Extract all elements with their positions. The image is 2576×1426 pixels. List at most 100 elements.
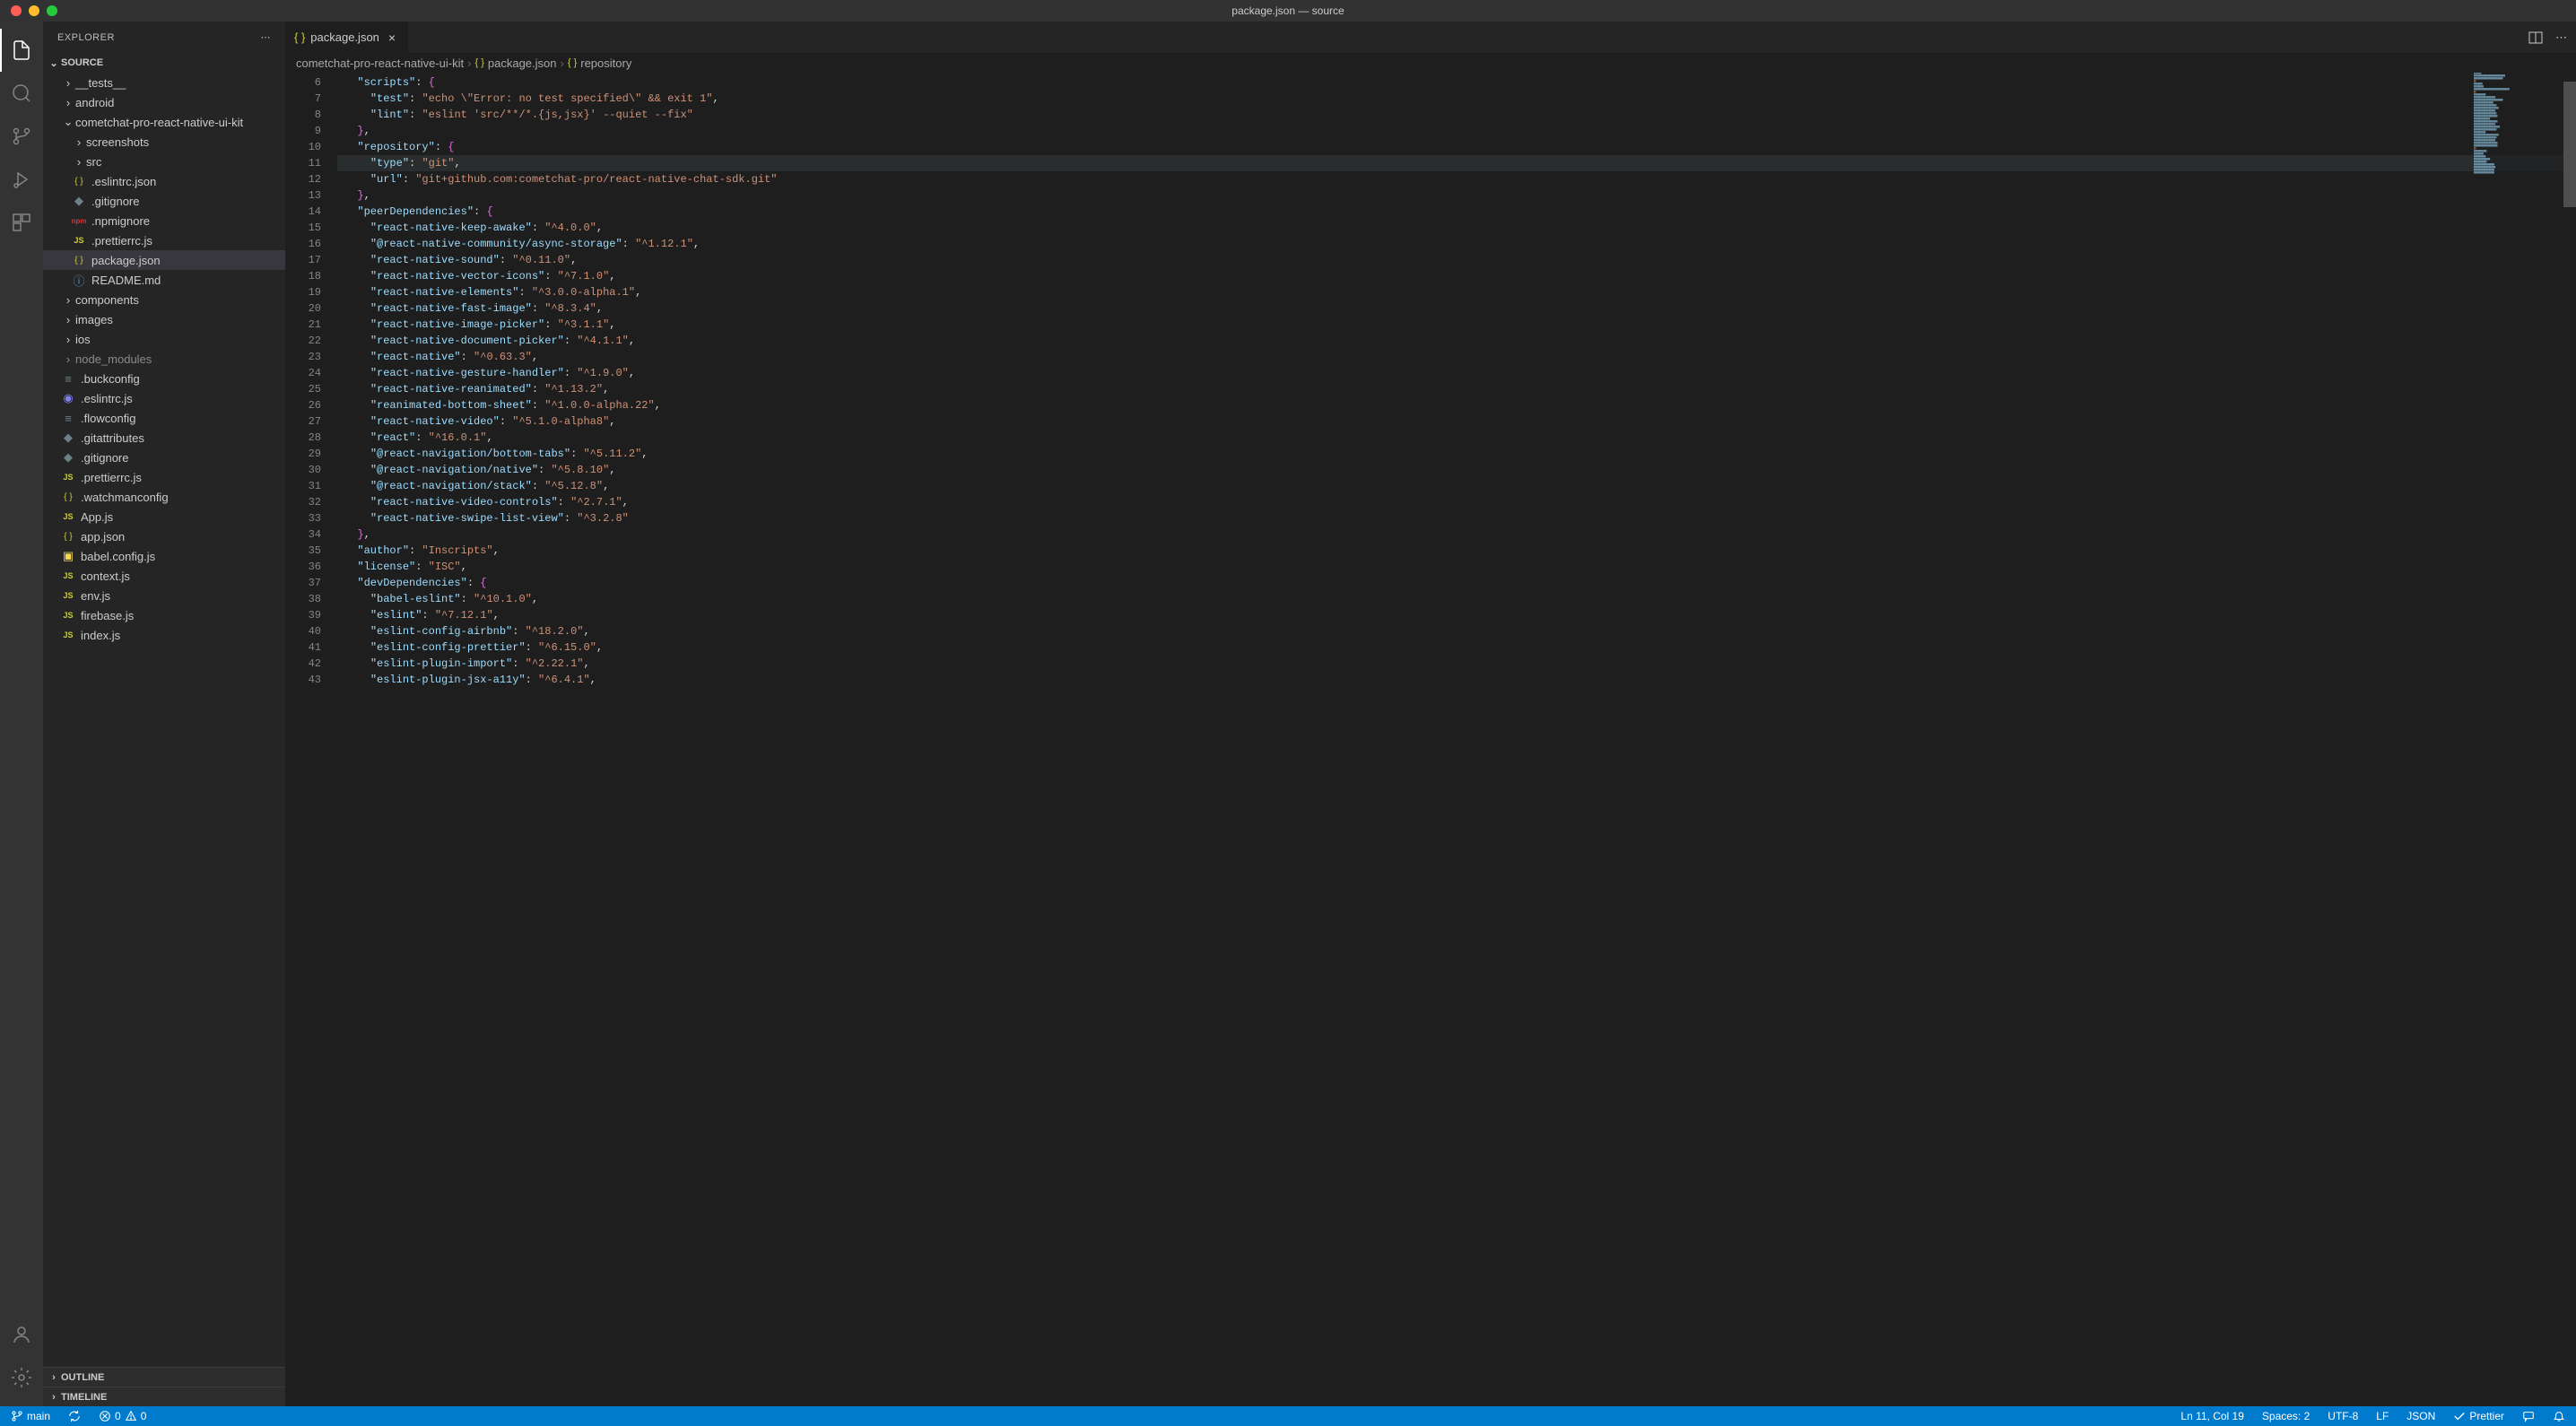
folder-item[interactable]: ›screenshots bbox=[43, 132, 285, 152]
scrollbar-thumb[interactable] bbox=[2563, 82, 2576, 207]
code-editor[interactable]: 6789101112131415161718192021222324252627… bbox=[285, 73, 2576, 1406]
code-line[interactable]: "@react-navigation/stack": "^5.12.8", bbox=[337, 478, 2576, 494]
code-line[interactable]: "license": "ISC", bbox=[337, 559, 2576, 575]
status-cursor[interactable]: Ln 11, Col 19 bbox=[2177, 1410, 2248, 1422]
breadcrumb-item[interactable]: repository bbox=[580, 57, 631, 70]
status-bell[interactable] bbox=[2549, 1410, 2569, 1422]
folder-item[interactable]: ›src bbox=[43, 152, 285, 171]
code-line[interactable]: "@react-native-community/async-storage":… bbox=[337, 236, 2576, 252]
code-line[interactable]: "react-native-video-controls": "^2.7.1", bbox=[337, 494, 2576, 510]
code-line[interactable]: "react-native-vector-icons": "^7.1.0", bbox=[337, 268, 2576, 284]
status-indent[interactable]: Spaces: 2 bbox=[2258, 1410, 2313, 1422]
file-item[interactable]: { }.watchmanconfig bbox=[43, 487, 285, 507]
file-item[interactable]: ◆.gitignore bbox=[43, 448, 285, 467]
file-item[interactable]: { }app.json bbox=[43, 526, 285, 546]
file-item[interactable]: JScontext.js bbox=[43, 566, 285, 586]
file-item[interactable]: ◉.eslintrc.js bbox=[43, 388, 285, 408]
code-line[interactable]: "eslint": "^7.12.1", bbox=[337, 607, 2576, 623]
status-language[interactable]: JSON bbox=[2403, 1410, 2439, 1422]
code-line[interactable]: "@react-navigation/bottom-tabs": "^5.11.… bbox=[337, 446, 2576, 462]
code-line[interactable]: "reanimated-bottom-sheet": "^1.0.0-alpha… bbox=[337, 397, 2576, 413]
code-line[interactable]: "repository": { bbox=[337, 139, 2576, 155]
code-line[interactable]: "react-native-swipe-list-view": "^3.2.8" bbox=[337, 510, 2576, 526]
code-line[interactable]: "author": "Inscripts", bbox=[337, 543, 2576, 559]
file-item[interactable]: JS.prettierrc.js bbox=[43, 467, 285, 487]
status-problems[interactable]: 0 0 bbox=[95, 1410, 150, 1422]
folder-item[interactable]: ⌄cometchat-pro-react-native-ui-kit bbox=[43, 112, 285, 132]
status-branch[interactable]: main bbox=[7, 1410, 54, 1422]
file-item[interactable]: ◆.gitattributes bbox=[43, 428, 285, 448]
code-line[interactable]: "eslint-plugin-jsx-a11y": "^6.4.1", bbox=[337, 672, 2576, 688]
code-line[interactable]: }, bbox=[337, 526, 2576, 543]
window-maximize[interactable] bbox=[47, 5, 57, 16]
activity-search[interactable] bbox=[0, 72, 43, 115]
code-line[interactable]: "eslint-config-prettier": "^6.15.0", bbox=[337, 639, 2576, 656]
code-line[interactable]: "scripts": { bbox=[337, 74, 2576, 91]
code-line[interactable]: "type": "git", bbox=[337, 155, 2576, 171]
code-line[interactable]: "react-native-reanimated": "^1.13.2", bbox=[337, 381, 2576, 397]
activity-settings[interactable] bbox=[0, 1356, 43, 1399]
code-line[interactable]: }, bbox=[337, 123, 2576, 139]
file-item[interactable]: JSindex.js bbox=[43, 625, 285, 645]
code-line[interactable]: "react-native-document-picker": "^4.1.1"… bbox=[337, 333, 2576, 349]
file-item[interactable]: npm.npmignore bbox=[43, 211, 285, 230]
activity-extensions[interactable] bbox=[0, 201, 43, 244]
folder-item[interactable]: ›images bbox=[43, 309, 285, 329]
code-line[interactable]: "react-native-elements": "^3.0.0-alpha.1… bbox=[337, 284, 2576, 300]
code-line[interactable]: "react-native-image-picker": "^3.1.1", bbox=[337, 317, 2576, 333]
breadcrumb-item[interactable]: package.json bbox=[488, 57, 557, 70]
sidebar-root-folder[interactable]: ⌄ SOURCE bbox=[43, 53, 285, 73]
file-tree[interactable]: ›__tests__›android⌄cometchat-pro-react-n… bbox=[43, 73, 285, 1367]
file-item[interactable]: ◆.gitignore bbox=[43, 191, 285, 211]
code-line[interactable]: "react": "^16.0.1", bbox=[337, 430, 2576, 446]
file-item[interactable]: ≡.flowconfig bbox=[43, 408, 285, 428]
code-line[interactable]: "peerDependencies": { bbox=[337, 204, 2576, 220]
activity-run-debug[interactable] bbox=[0, 158, 43, 201]
code-line[interactable]: "react-native-sound": "^0.11.0", bbox=[337, 252, 2576, 268]
timeline-section[interactable]: › TIMELINE bbox=[43, 1387, 285, 1406]
code-line[interactable]: "test": "echo \"Error: no test specified… bbox=[337, 91, 2576, 107]
code-line[interactable]: "react-native-gesture-handler": "^1.9.0"… bbox=[337, 365, 2576, 381]
code-line[interactable]: "devDependencies": { bbox=[337, 575, 2576, 591]
status-sync[interactable] bbox=[65, 1410, 84, 1422]
code-line[interactable]: "react-native-fast-image": "^8.3.4", bbox=[337, 300, 2576, 317]
file-item[interactable]: ≡.buckconfig bbox=[43, 369, 285, 388]
minimap[interactable]: ████████████████████████████████████████… bbox=[2474, 73, 2563, 1406]
folder-item[interactable]: ›__tests__ bbox=[43, 73, 285, 92]
breadcrumb-item[interactable]: cometchat-pro-react-native-ui-kit bbox=[296, 57, 464, 70]
window-close[interactable] bbox=[11, 5, 22, 16]
file-item[interactable]: { }package.json bbox=[43, 250, 285, 270]
folder-item[interactable]: ›node_modules bbox=[43, 349, 285, 369]
status-eol[interactable]: LF bbox=[2372, 1410, 2392, 1422]
code-line[interactable]: "react-native-video": "^5.1.0-alpha8", bbox=[337, 413, 2576, 430]
tab-active[interactable]: { } package.json × bbox=[285, 22, 409, 53]
breadcrumbs[interactable]: cometchat-pro-react-native-ui-kit › { } … bbox=[285, 53, 2576, 73]
code-line[interactable]: }, bbox=[337, 187, 2576, 204]
code-line[interactable]: "eslint-config-airbnb": "^18.2.0", bbox=[337, 623, 2576, 639]
status-prettier[interactable]: Prettier bbox=[2450, 1410, 2508, 1422]
tab-close-icon[interactable]: × bbox=[385, 30, 399, 45]
more-actions-icon[interactable]: ⋯ bbox=[2555, 30, 2567, 45]
file-item[interactable]: ▣babel.config.js bbox=[43, 546, 285, 566]
folder-item[interactable]: ›ios bbox=[43, 329, 285, 349]
split-editor-icon[interactable] bbox=[2528, 30, 2543, 45]
file-item[interactable]: ⓘREADME.md bbox=[43, 270, 285, 290]
file-item[interactable]: JSenv.js bbox=[43, 586, 285, 605]
activity-explorer[interactable] bbox=[0, 29, 43, 72]
status-encoding[interactable]: UTF-8 bbox=[2324, 1410, 2362, 1422]
code-line[interactable]: "react-native": "^0.63.3", bbox=[337, 349, 2576, 365]
code-line[interactable]: "@react-navigation/native": "^5.8.10", bbox=[337, 462, 2576, 478]
code-line[interactable]: "react-native-keep-awake": "^4.0.0", bbox=[337, 220, 2576, 236]
file-item[interactable]: JSApp.js bbox=[43, 507, 285, 526]
file-item[interactable]: { }.eslintrc.json bbox=[43, 171, 285, 191]
activity-source-control[interactable] bbox=[0, 115, 43, 158]
code-line[interactable]: "lint": "eslint 'src/**/*.{js,jsx}' --qu… bbox=[337, 107, 2576, 123]
file-item[interactable]: JS.prettierrc.js bbox=[43, 230, 285, 250]
status-feedback[interactable] bbox=[2519, 1410, 2538, 1422]
scrollbar-track[interactable] bbox=[2563, 73, 2576, 1406]
code-content[interactable]: "scripts": { "test": "echo \"Error: no t… bbox=[337, 73, 2576, 1406]
code-line[interactable]: "url": "git+github.com:cometchat-pro/rea… bbox=[337, 171, 2576, 187]
folder-item[interactable]: ›android bbox=[43, 92, 285, 112]
code-line[interactable]: "eslint-plugin-import": "^2.22.1", bbox=[337, 656, 2576, 672]
folder-item[interactable]: ›components bbox=[43, 290, 285, 309]
